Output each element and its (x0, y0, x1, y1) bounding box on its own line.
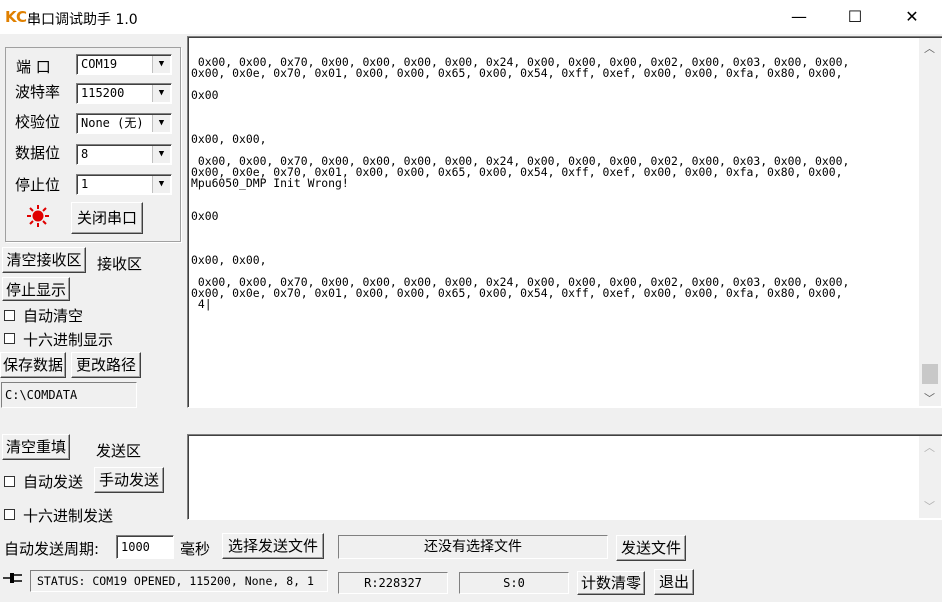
manual-send-button[interactable]: 手动发送 (94, 467, 164, 493)
hex-send-checkbox[interactable] (4, 509, 15, 520)
port-value: COM19 (81, 57, 118, 71)
auto-send-checkbox[interactable] (4, 476, 15, 487)
period-unit-label: 毫秒 (180, 540, 211, 558)
scroll-thumb[interactable] (922, 364, 938, 384)
receive-line: 0x00, 0x0e, 0x70, 0x01, 0x00, 0x00, 0x65… (191, 66, 843, 80)
period-input[interactable]: 1000 (116, 535, 174, 559)
stopbits-value: 1 (81, 177, 89, 191)
databits-label: 数据位 (15, 144, 61, 162)
scroll-down-icon[interactable]: ﹀ (924, 390, 935, 406)
hex-display-checkbox[interactable] (4, 333, 15, 344)
stopbits-label: 停止位 (15, 176, 61, 194)
receive-line (191, 264, 849, 275)
receive-line (191, 231, 849, 242)
scroll-up-icon[interactable]: ︿ (924, 439, 935, 455)
send-file-button[interactable]: 发送文件 (616, 535, 686, 561)
receive-line (191, 198, 849, 209)
receive-line (191, 220, 849, 231)
receive-line: 0x00, 0x00, 0x70, 0x00, 0x00, 0x00, 0x00… (191, 275, 850, 289)
send-scrollbar[interactable]: ︿ ﹀ (919, 436, 941, 518)
parity-value: None (无) (81, 116, 144, 130)
auto-send-label: 自动发送 (23, 473, 84, 491)
receive-area-label: 接收区 (97, 255, 143, 273)
port-select[interactable]: COM19 ▼ (76, 54, 172, 75)
receive-line (191, 121, 849, 132)
receive-line: 0x00, 0x0e, 0x70, 0x01, 0x00, 0x00, 0x65… (191, 286, 843, 300)
receive-line: 0x00, 0x00, 0x70, 0x00, 0x00, 0x00, 0x00… (191, 55, 850, 69)
auto-clear-label: 自动清空 (23, 307, 84, 325)
tx-count: S:0 (459, 572, 569, 594)
hex-display-label: 十六进制显示 (23, 331, 114, 349)
chevron-down-icon[interactable]: ▼ (152, 85, 170, 102)
rx-count: R:228327 (338, 572, 448, 594)
baud-value: 115200 (81, 86, 125, 100)
close-button[interactable]: ✕ (889, 0, 935, 34)
send-area-label: 发送区 (96, 442, 142, 460)
clear-send-button[interactable]: 清空重填 (2, 434, 70, 460)
receive-line: 0x00, 0x00, (191, 132, 267, 146)
change-path-button[interactable]: 更改路径 (71, 352, 141, 378)
maximize-button[interactable]: ☐ (832, 0, 878, 34)
hex-send-label: 十六进制发送 (23, 507, 114, 525)
receive-line: 0x00, 0x0e, 0x70, 0x01, 0x00, 0x00, 0x65… (191, 165, 843, 179)
databits-value: 8 (81, 147, 89, 161)
save-data-button[interactable]: 保存数据 (0, 352, 66, 378)
exit-button[interactable]: 退出 (654, 569, 694, 595)
chevron-down-icon[interactable]: ▼ (152, 115, 170, 132)
receive-line (191, 99, 849, 110)
close-port-button[interactable]: 关闭串口 (71, 202, 143, 234)
auto-clear-checkbox[interactable] (4, 310, 15, 321)
receive-line: 0x00, 0x00, (191, 253, 267, 267)
stop-display-button[interactable]: 停止显示 (2, 277, 70, 301)
receive-line (191, 242, 849, 253)
receive-line: 0x00 (191, 88, 219, 102)
port-label: 端 口 (16, 58, 51, 76)
receive-line: 0x00, 0x00, 0x70, 0x00, 0x00, 0x00, 0x00… (191, 154, 850, 168)
scroll-down-icon[interactable]: ﹀ (924, 498, 935, 514)
receive-scrollbar[interactable]: ︿ ﹀ (919, 38, 941, 406)
status-text: STATUS: COM19 OPENED, 115200, None, 8, 1 (30, 570, 328, 592)
period-label: 自动发送周期: (4, 540, 100, 558)
chevron-down-icon[interactable]: ▼ (152, 56, 170, 73)
receive-content: 0x00, 0x00, 0x70, 0x00, 0x00, 0x00, 0x00… (191, 55, 850, 311)
choose-file-button[interactable]: 选择发送文件 (222, 533, 324, 559)
send-textarea[interactable]: ︿ ﹀ (187, 434, 942, 520)
file-status-field: 还没有选择文件 (338, 535, 608, 559)
parity-label: 校验位 (15, 113, 61, 131)
title-bar: KC 串口调试助手 1.0 — ☐ ✕ (0, 0, 942, 34)
app-icon: KC (5, 8, 27, 26)
baud-label: 波特率 (15, 83, 61, 101)
status-led-icon (27, 205, 49, 227)
chevron-down-icon[interactable]: ▼ (152, 146, 170, 163)
window-title: 串口调试助手 1.0 (27, 12, 138, 28)
scroll-up-icon[interactable]: ︿ (924, 40, 935, 56)
stopbits-select[interactable]: 1 ▼ (76, 174, 172, 195)
parity-select[interactable]: None (无) ▼ (76, 113, 172, 134)
receive-line (191, 143, 849, 154)
minimize-button[interactable]: — (776, 0, 822, 34)
receive-line (191, 110, 849, 121)
receive-line: 0x00 (191, 209, 219, 223)
path-field[interactable]: C:\COMDATA (1, 382, 137, 408)
databits-select[interactable]: 8 ▼ (76, 144, 172, 165)
plug-icon (3, 573, 22, 583)
clear-receive-button[interactable]: 清空接收区 (2, 247, 86, 273)
chevron-down-icon[interactable]: ▼ (152, 176, 170, 193)
receive-textarea[interactable]: 0x00, 0x00, 0x70, 0x00, 0x00, 0x00, 0x00… (187, 36, 942, 408)
reset-count-button[interactable]: 计数清零 (577, 571, 645, 595)
baud-select[interactable]: 115200 ▼ (76, 83, 172, 104)
